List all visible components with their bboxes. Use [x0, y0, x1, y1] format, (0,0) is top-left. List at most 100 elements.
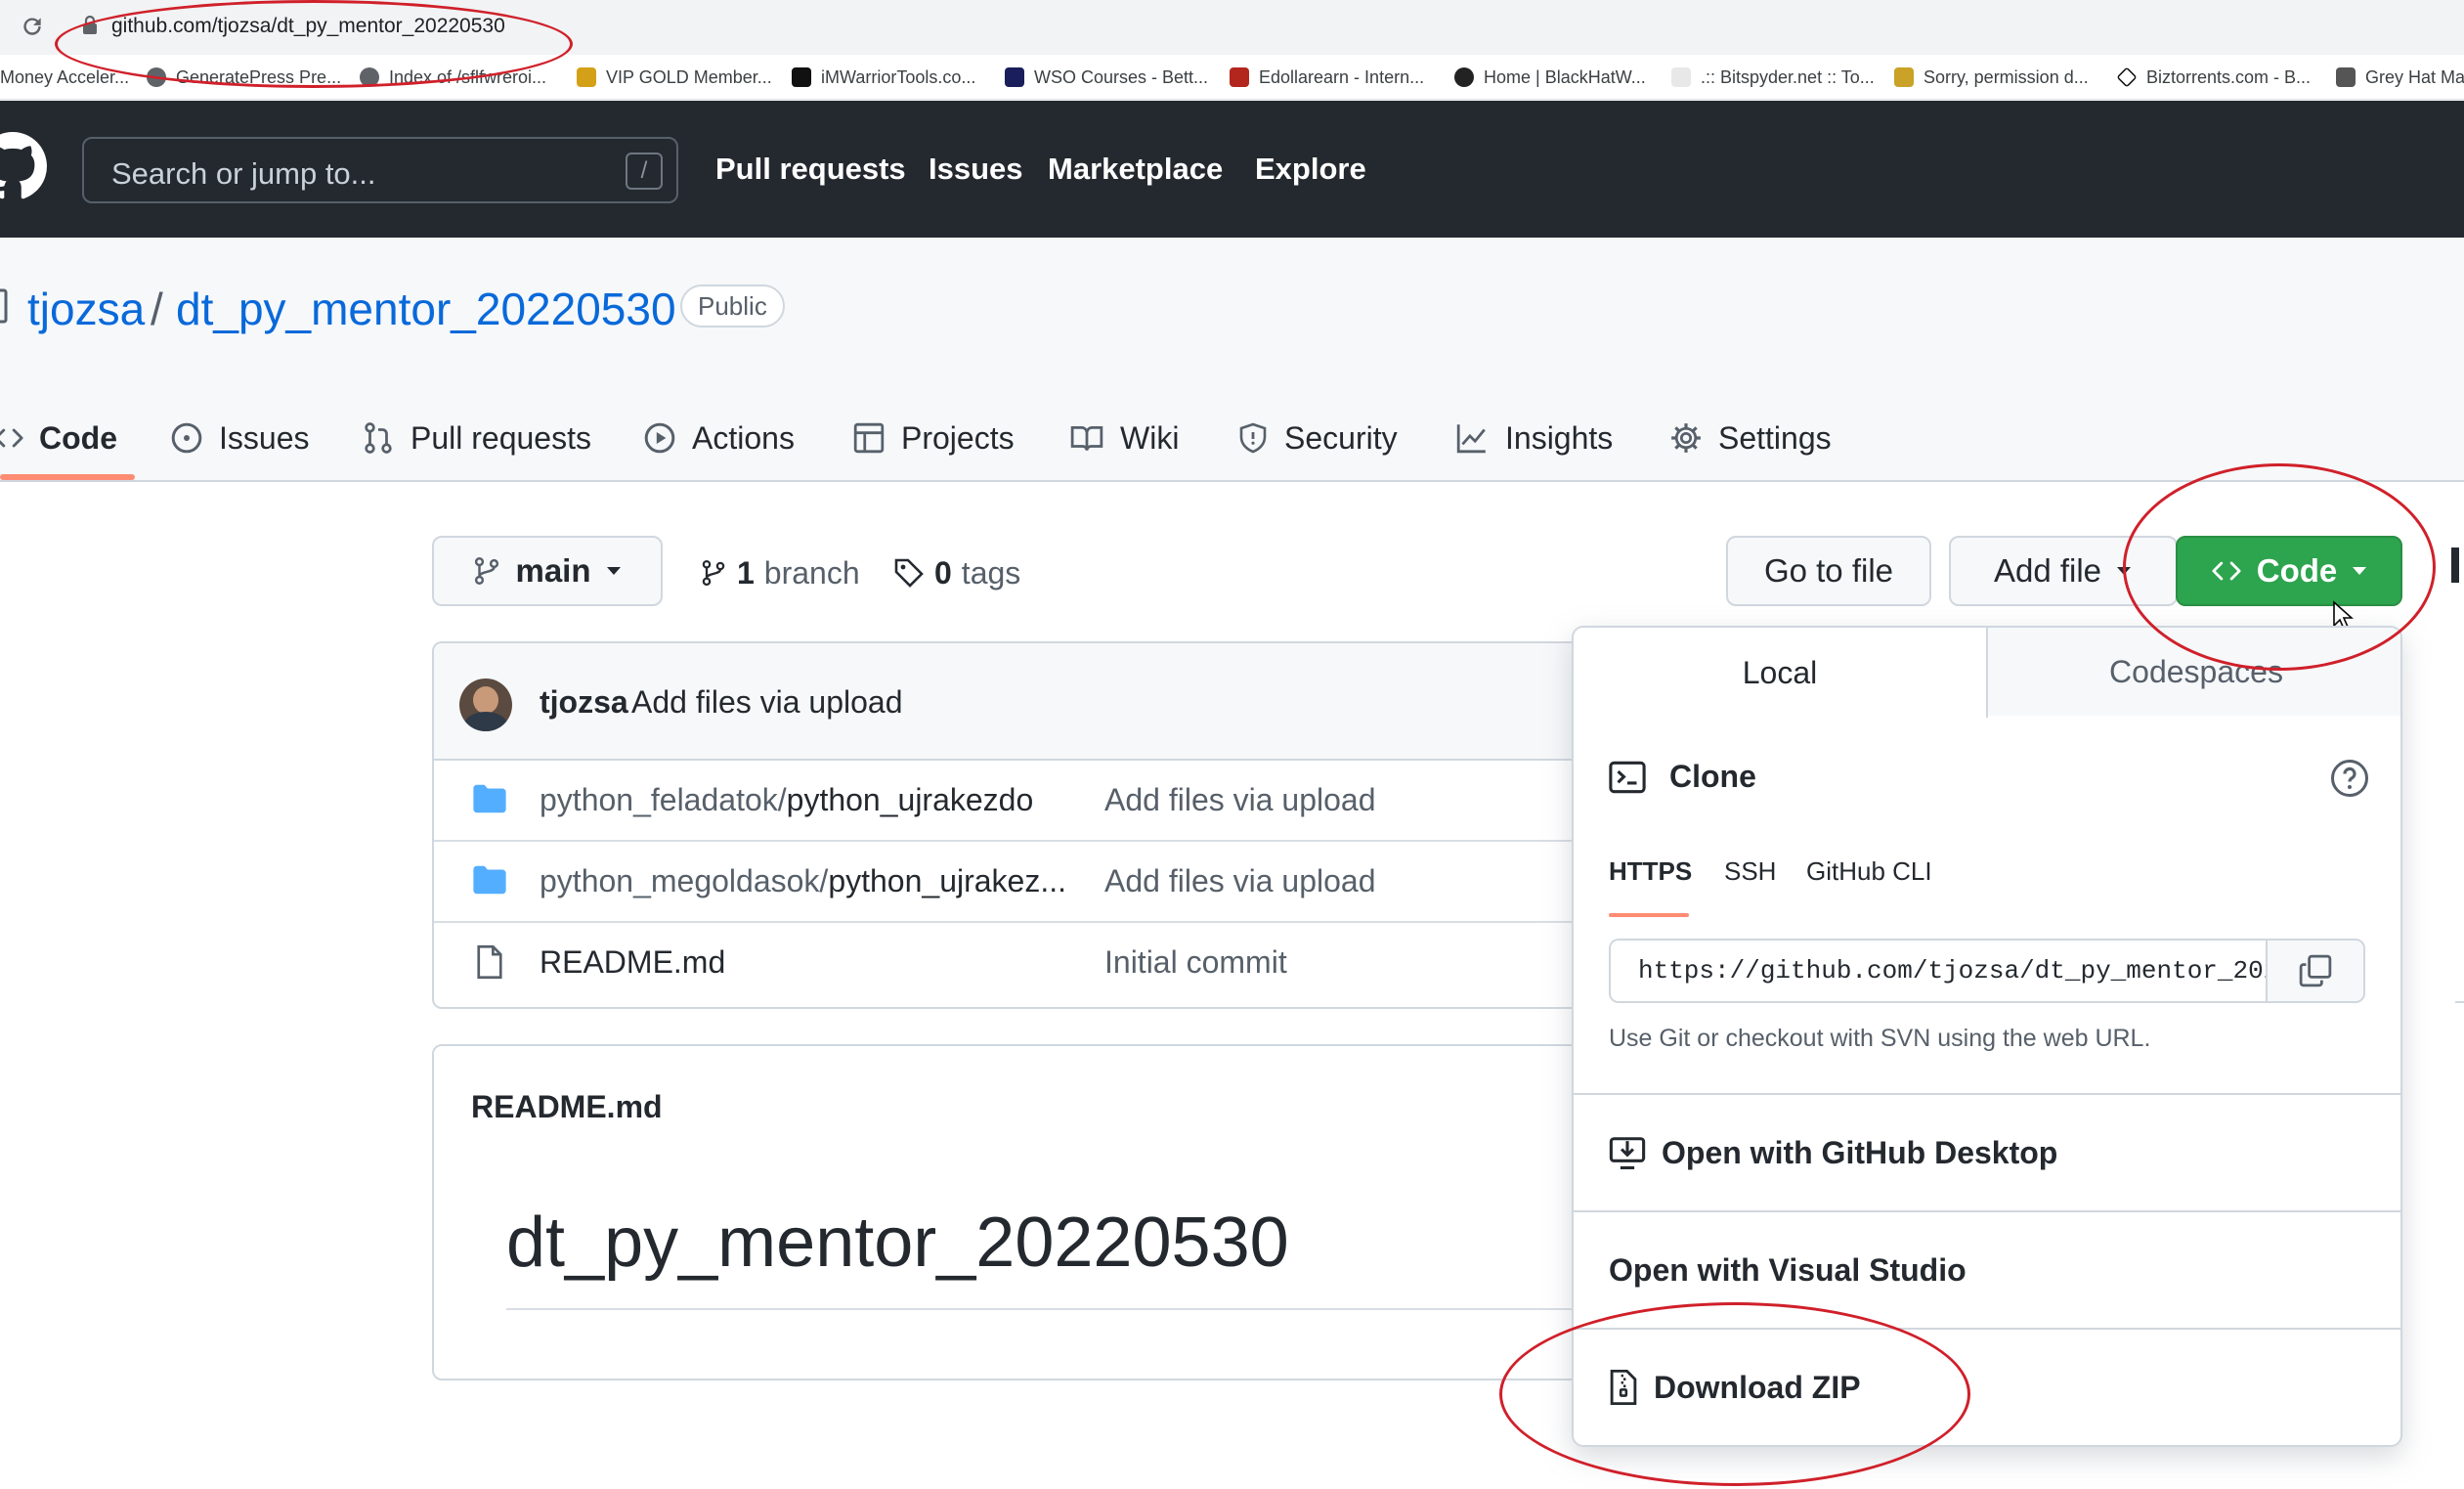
visibility-badge: Public [680, 285, 785, 328]
question-icon[interactable] [2330, 759, 2369, 798]
slash-shortcut-key: / [626, 153, 663, 190]
tab-issues-label: Issues [219, 419, 310, 456]
file-commit-message[interactable]: Add files via upload [1104, 782, 1376, 818]
search-input[interactable]: Search or jump to... / [82, 137, 678, 203]
tab-insights-label: Insights [1505, 419, 1614, 456]
tab-issues[interactable]: Issues [170, 409, 309, 467]
commit-message[interactable]: Add files via upload [631, 684, 903, 721]
tags-link[interactable]: 0 tags [893, 551, 1020, 594]
annotation-circle-code-button [2123, 463, 2436, 671]
repo-separator: / [151, 284, 163, 334]
bookmark-item[interactable]: .:: Bitspyder.net :: To... [1671, 61, 1875, 94]
tab-active-indicator [0, 474, 135, 480]
latest-commit-bar: tjozsa Add files via upload [434, 643, 1603, 761]
bookmark-label: Sorry, permission d... [1924, 66, 2089, 87]
tab-settings-label: Settings [1718, 419, 1832, 456]
tab-pull-requests[interactable]: Pull requests [362, 409, 591, 467]
branches-link[interactable]: 1 branch [700, 551, 860, 594]
tag-label: tags [961, 554, 1021, 591]
branch-icon [472, 555, 501, 587]
diamond-icon [2116, 66, 2138, 88]
bookmark-item[interactable]: Biztorrents.com - B... [2116, 61, 2312, 94]
file-dir: python_feladatok/ [540, 782, 787, 817]
file-list: tjozsa Add files via upload python_felad… [432, 641, 1605, 1009]
nav-marketplace[interactable]: Marketplace [1048, 152, 1223, 187]
page-icon [1671, 67, 1691, 87]
hat-icon [2336, 67, 2356, 87]
bookmark-item[interactable]: Home | BlackHatW... [1454, 61, 1646, 94]
bookmark-item[interactable]: VIP GOLD Member... [577, 61, 772, 94]
bookmark-item[interactable]: Edollarearn - Intern... [1230, 61, 1424, 94]
open-github-desktop-item[interactable]: Open with GitHub Desktop [1574, 1093, 2400, 1210]
pull-request-icon [362, 421, 395, 455]
repo-header: tjozsa / dt_py_mentor_20220530 Public Co… [0, 238, 2464, 482]
protocol-active-indicator [1609, 913, 1689, 917]
blackhat-icon [1454, 67, 1474, 87]
reload-icon[interactable] [20, 14, 45, 39]
bookmark-item[interactable]: iMWarriorTools.co... [792, 61, 975, 94]
file-commit-message[interactable]: Initial commit [1104, 944, 1287, 981]
branch-name: main [515, 552, 591, 589]
bookmark-label: .:: Bitspyder.net :: To... [1701, 66, 1875, 87]
tab-code[interactable]: Code [0, 409, 117, 467]
table-row[interactable]: python_feladatok/python_ujrakezdo Add fi… [434, 761, 1603, 842]
copy-icon[interactable] [2299, 954, 2332, 987]
file-dir: python_megoldasok/ [540, 863, 829, 898]
table-row[interactable]: README.md Initial commit [434, 923, 1603, 1004]
nav-issues[interactable]: Issues [929, 152, 1023, 187]
clone-url-input[interactable]: https://github.com/tjozsa/dt_py_mentor_2… [1611, 941, 2268, 1001]
file-leaf: python_ujrakezdo [786, 782, 1034, 817]
nav-explore[interactable]: Explore [1255, 152, 1366, 187]
tab-actions[interactable]: Actions [643, 409, 795, 467]
avatar[interactable] [459, 679, 512, 731]
protocol-tab-github-cli[interactable]: GitHub CLI [1806, 856, 1932, 887]
file-commit-message[interactable]: Add files via upload [1104, 863, 1376, 899]
repo-icon [0, 288, 8, 324]
issue-icon [170, 421, 203, 455]
tab-pull-requests-label: Pull requests [411, 419, 591, 456]
go-to-file-button[interactable]: Go to file [1726, 536, 1931, 606]
warning-icon [1894, 67, 1914, 87]
tab-settings[interactable]: Settings [1669, 409, 1832, 467]
nav-pull-requests[interactable]: Pull requests [715, 152, 906, 187]
readme-box: README.md dt_py_mentor_20220530 [432, 1044, 1605, 1380]
table-row[interactable]: python_megoldasok/python_ujrakez... Add … [434, 842, 1603, 923]
tab-wiki[interactable]: Wiki [1069, 409, 1179, 467]
file-name[interactable]: python_megoldasok/python_ujrakez... [540, 863, 1066, 899]
bookmark-item[interactable]: Sorry, permission d... [1894, 61, 2089, 94]
bookmark-label: WSO Courses - Bett... [1034, 66, 1209, 87]
tab-security[interactable]: Security [1237, 409, 1398, 467]
bookmark-label: Home | BlackHatW... [1484, 66, 1646, 87]
tab-projects[interactable]: Projects [852, 409, 1015, 467]
edollar-icon [1230, 67, 1249, 87]
tab-insights[interactable]: Insights [1454, 409, 1613, 467]
caret-down-icon [605, 565, 623, 577]
github-logo-icon[interactable] [0, 132, 47, 200]
commit-author[interactable]: tjozsa [540, 684, 628, 721]
bookmark-label: Biztorrents.com - B... [2146, 66, 2312, 87]
bookmark-item[interactable]: Grey Hat Ma [2336, 61, 2464, 94]
repo-name-link[interactable]: dt_py_mentor_20220530 [176, 283, 676, 335]
branch-label: branch [763, 554, 860, 591]
folder-icon [471, 782, 508, 815]
protocol-tab-ssh[interactable]: SSH [1724, 856, 1776, 887]
file-name[interactable]: python_feladatok/python_ujrakezdo [540, 782, 1033, 818]
tag-count: 0 [934, 554, 952, 591]
branch-select-button[interactable]: main [432, 536, 663, 606]
repo-owner-link[interactable]: tjozsa [27, 283, 145, 335]
annotation-circle-url [55, 0, 573, 88]
play-icon [643, 421, 676, 455]
github-header: Search or jump to... / Pull requests Iss… [0, 101, 2464, 238]
branch-count: 1 [737, 554, 755, 591]
bookmark-item[interactable]: WSO Courses - Bett... [1005, 61, 1208, 94]
file-icon [475, 944, 504, 980]
file-name[interactable]: README.md [540, 944, 725, 981]
protocol-tab-https[interactable]: HTTPS [1609, 856, 1692, 887]
terminal-icon [1609, 761, 1646, 794]
heading-divider [506, 1308, 1581, 1310]
file-leaf: python_ujrakez... [828, 863, 1067, 898]
tab-local[interactable]: Local [1574, 628, 1988, 718]
tab-security-label: Security [1284, 419, 1398, 456]
helmet-icon [792, 67, 811, 87]
about-heading-fragment [2451, 547, 2459, 583]
